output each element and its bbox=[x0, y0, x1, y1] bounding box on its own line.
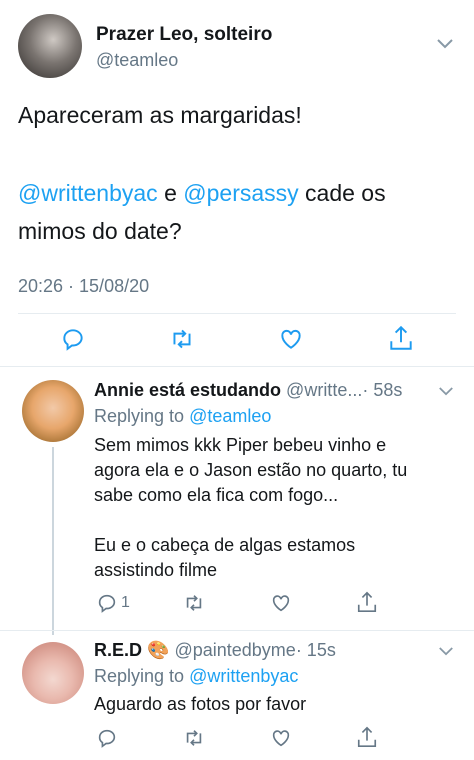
reply-handle[interactable]: @writte... bbox=[286, 380, 362, 400]
reply-text-line: Sem mimos kkk Piper bebeu vinho e bbox=[94, 435, 387, 455]
text-conj: e bbox=[164, 180, 177, 206]
reply-handle[interactable]: @paintedbyme bbox=[174, 640, 295, 660]
reply-author-name[interactable]: R.E.D bbox=[94, 640, 142, 660]
replying-to: Replying to @teamleo bbox=[94, 406, 271, 427]
share-icon[interactable] bbox=[356, 725, 378, 749]
mention-link[interactable]: @persassy bbox=[183, 180, 298, 206]
replying-to: Replying to @writtenbyac bbox=[94, 666, 298, 687]
chevron-down-icon[interactable] bbox=[438, 386, 454, 397]
author-handle[interactable]: @teamleo bbox=[96, 50, 178, 71]
reply-avatar[interactable] bbox=[22, 642, 84, 704]
reply-text-line: assistindo filme bbox=[94, 560, 218, 580]
tweet-text-line2: @writtenbyac e @persassy cade os bbox=[18, 180, 386, 207]
like-icon[interactable] bbox=[270, 592, 292, 614]
chevron-down-icon[interactable] bbox=[436, 38, 454, 50]
share-icon[interactable] bbox=[356, 590, 378, 614]
reply-icon[interactable] bbox=[60, 326, 86, 352]
reply-icon[interactable] bbox=[96, 592, 118, 614]
reply-header: R.E.D 🎨 @paintedbyme· 15s bbox=[94, 640, 336, 661]
divider bbox=[18, 313, 456, 314]
reply-author-name[interactable]: Annie está estudando bbox=[94, 380, 281, 400]
author-name[interactable]: Prazer Leo, solteiro bbox=[96, 24, 272, 46]
reply-text-line: agora ela e o Jason estão no quarto, tu bbox=[94, 460, 408, 480]
replying-to-label: Replying to bbox=[94, 666, 185, 686]
reply-text-line: sabe como ela fica com fogo... bbox=[94, 485, 339, 505]
palette-emoji: 🎨 bbox=[147, 640, 170, 660]
reply-icon[interactable] bbox=[96, 727, 118, 749]
reply-text-line: Eu e o cabeça de algas estamos bbox=[94, 535, 356, 555]
reply-header: Annie está estudando @writte...· 58s bbox=[94, 380, 402, 401]
retweet-icon[interactable] bbox=[182, 592, 206, 614]
share-icon[interactable] bbox=[388, 324, 414, 352]
retweet-icon[interactable] bbox=[182, 727, 206, 749]
like-icon[interactable] bbox=[278, 326, 304, 352]
reply-avatar[interactable] bbox=[22, 380, 84, 442]
tweet-timestamp[interactable]: 20:26 · 15/08/20 bbox=[18, 276, 149, 297]
reply-count: 1 bbox=[121, 594, 130, 611]
retweet-icon[interactable] bbox=[168, 326, 196, 352]
author-avatar[interactable] bbox=[18, 14, 82, 78]
replying-to-handle[interactable]: @teamleo bbox=[189, 406, 271, 426]
chevron-down-icon[interactable] bbox=[438, 646, 454, 657]
mention-link[interactable]: @writtenbyac bbox=[18, 180, 158, 206]
text-tail: cade os bbox=[305, 180, 386, 206]
reply-text: Sem mimos kkk Piper bebeu vinho e agora … bbox=[94, 433, 407, 583]
reply-text-line: Aguardo as fotos por favor bbox=[94, 694, 307, 714]
replying-to-handle[interactable]: @writtenbyac bbox=[189, 666, 298, 686]
tweet-text-line3: mimos do date? bbox=[18, 218, 182, 244]
reply-time[interactable]: · 15s bbox=[296, 640, 336, 660]
replying-to-label: Replying to bbox=[94, 406, 185, 426]
thread-line bbox=[52, 447, 54, 635]
divider bbox=[0, 630, 474, 631]
like-icon[interactable] bbox=[270, 727, 292, 749]
divider bbox=[0, 366, 474, 367]
tweet-text-line1: Apareceram as margaridas! bbox=[18, 102, 302, 128]
reply-time[interactable]: · 58s bbox=[362, 380, 402, 400]
